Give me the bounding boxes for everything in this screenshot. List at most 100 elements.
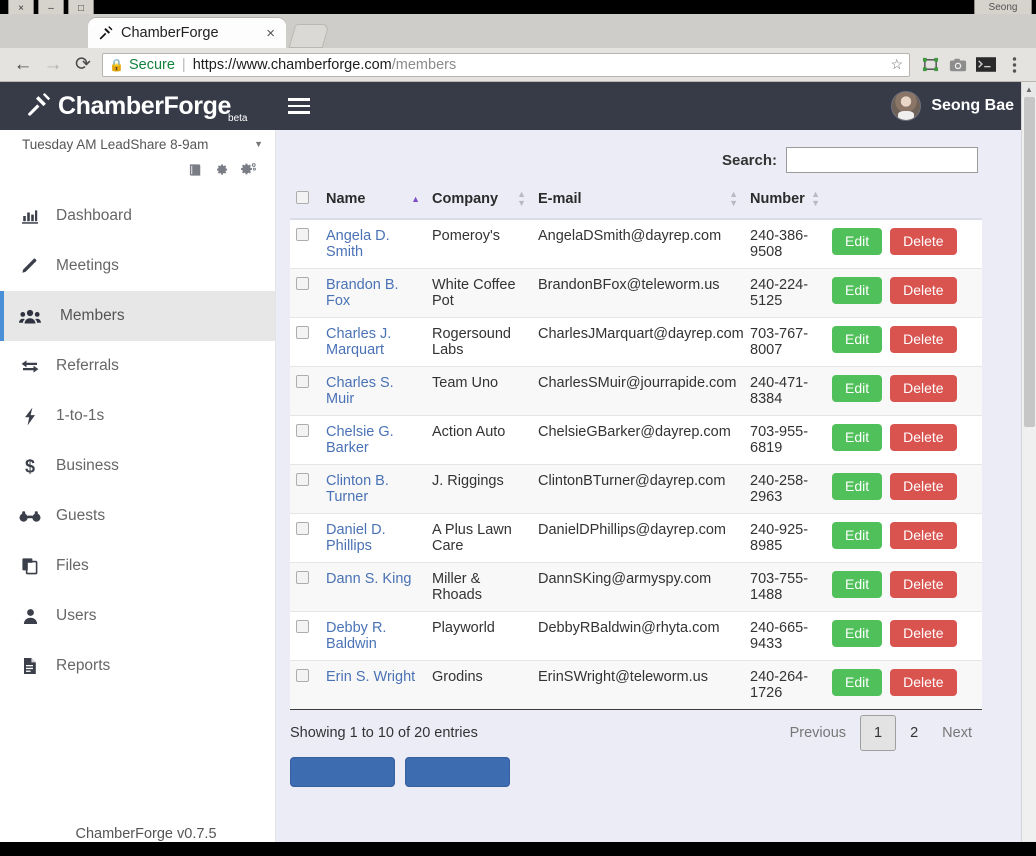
member-link[interactable]: Erin S. Wright [326, 669, 415, 685]
bulk-action-button-2[interactable] [405, 757, 510, 787]
edit-button[interactable]: Edit [832, 571, 882, 598]
camera-icon[interactable] [944, 51, 972, 79]
book-icon[interactable] [188, 162, 203, 177]
edit-button[interactable]: Edit [832, 620, 882, 647]
browser-tabstrip: ChamberForge × [0, 14, 1036, 48]
delete-button[interactable]: Delete [890, 669, 956, 696]
row-checkbox[interactable] [296, 669, 309, 682]
member-link[interactable]: Daniel D. Phillips [326, 522, 386, 554]
row-checkbox[interactable] [296, 228, 309, 241]
cell-name: Debby R. Baldwin [320, 612, 426, 661]
cell-company: Grodins [426, 661, 532, 710]
pagination-page-1[interactable]: 1 [860, 715, 896, 751]
pagination-previous[interactable]: Previous [780, 719, 856, 747]
row-checkbox[interactable] [296, 326, 309, 339]
scroll-up-arrow[interactable]: ▲ [1022, 82, 1036, 97]
sidebar-item-meetings[interactable]: Meetings [0, 241, 275, 291]
row-checkbox[interactable] [296, 473, 309, 486]
member-link[interactable]: Chelsie G. Barker [326, 424, 394, 456]
column-header-email[interactable]: E-mail ▲▼ [532, 186, 744, 219]
close-icon[interactable]: × [263, 25, 278, 42]
scrollbar-thumb[interactable] [1024, 97, 1035, 427]
row-checkbox[interactable] [296, 522, 309, 535]
gear-icon[interactable] [214, 162, 229, 177]
sidebar-item-reports[interactable]: Reports [0, 641, 275, 691]
cell-company: Action Auto [426, 416, 532, 465]
browser-tab[interactable]: ChamberForge × [88, 18, 286, 48]
back-icon[interactable]: ← [8, 50, 38, 80]
terminal-icon[interactable] [972, 51, 1000, 79]
sidebar-item-business[interactable]: $ Business [0, 441, 275, 491]
member-link[interactable]: Angela D. Smith [326, 228, 390, 260]
sidebar-item-members[interactable]: Members [0, 291, 275, 341]
select-all-cell [290, 186, 320, 219]
app-version: ChamberForge v0.7.5 [0, 826, 276, 842]
delete-button[interactable]: Delete [890, 620, 956, 647]
member-link[interactable]: Debby R. Baldwin [326, 620, 386, 652]
sidebar-item-label: Referrals [56, 357, 119, 375]
pagination-next[interactable]: Next [932, 719, 982, 747]
sidebar-item-guests[interactable]: Guests [0, 491, 275, 541]
delete-button[interactable]: Delete [890, 277, 956, 304]
secure-label: Secure [129, 57, 175, 73]
edit-button[interactable]: Edit [832, 375, 882, 402]
delete-button[interactable]: Delete [890, 424, 956, 451]
page-scrollbar[interactable]: ▲ ▼ [1021, 82, 1036, 856]
edit-button[interactable]: Edit [832, 424, 882, 451]
hamburger-icon[interactable] [288, 98, 310, 114]
member-link[interactable]: Charles S. Muir [326, 375, 394, 407]
sidebar-item-dashboard[interactable]: Dashboard [0, 191, 275, 241]
row-checkbox[interactable] [296, 424, 309, 437]
column-header-name[interactable]: Name ▲ [320, 186, 426, 219]
search-input[interactable] [786, 147, 978, 173]
member-link[interactable]: Brandon B. Fox [326, 277, 399, 309]
pagination-page-2[interactable]: 2 [900, 719, 928, 747]
delete-button[interactable]: Delete [890, 473, 956, 500]
edit-button[interactable]: Edit [832, 326, 882, 353]
column-header-company[interactable]: Company ▲▼ [426, 186, 532, 219]
edit-button[interactable]: Edit [832, 669, 882, 696]
table-row: Daniel D. PhillipsA Plus Lawn CareDaniel… [290, 514, 982, 563]
sidebar-item-referrals[interactable]: Referrals [0, 341, 275, 391]
exchange-icon [4, 358, 56, 375]
table-row: Charles S. MuirTeam UnoCharlesSMuir@jour… [290, 367, 982, 416]
member-link[interactable]: Charles J. Marquart [326, 326, 391, 358]
reload-icon[interactable]: ⟳ [68, 50, 98, 80]
edit-button[interactable]: Edit [832, 228, 882, 255]
delete-button[interactable]: Delete [890, 571, 956, 598]
address-bar[interactable]: 🔒 Secure | https://www.chamberforge.com/… [102, 53, 910, 77]
row-checkbox[interactable] [296, 375, 309, 388]
copy-icon [4, 557, 56, 575]
member-link[interactable]: Clinton B. Turner [326, 473, 389, 505]
bulk-action-button-1[interactable] [290, 757, 395, 787]
delete-button[interactable]: Delete [890, 375, 956, 402]
cell-name: Charles S. Muir [320, 367, 426, 416]
sidebar-item-files[interactable]: Files [0, 541, 275, 591]
menu-dots-icon[interactable] [1000, 51, 1028, 79]
navbar-user[interactable]: Seong Bae [891, 91, 1014, 121]
sidebar-item-1-to-1s[interactable]: 1-to-1s [0, 391, 275, 441]
column-header-number[interactable]: Number ▲▼ [744, 186, 826, 219]
brand-name: ChamberForge [58, 92, 231, 121]
select-all-checkbox[interactable] [296, 191, 309, 204]
sidebar-item-label: Reports [56, 657, 110, 675]
app-brand[interactable]: ChamberForge beta [0, 82, 266, 130]
row-checkbox[interactable] [296, 620, 309, 633]
new-tab-button[interactable] [289, 24, 330, 48]
edit-button[interactable]: Edit [832, 277, 882, 304]
edit-button[interactable]: Edit [832, 473, 882, 500]
table-row: Chelsie G. BarkerAction AutoChelsieGBark… [290, 416, 982, 465]
row-checkbox[interactable] [296, 277, 309, 290]
row-checkbox[interactable] [296, 571, 309, 584]
delete-button[interactable]: Delete [890, 228, 956, 255]
group-selector[interactable]: Tuesday AM LeadShare 8-9am ▼ [0, 130, 275, 158]
edit-button[interactable]: Edit [832, 522, 882, 549]
delete-button[interactable]: Delete [890, 522, 956, 549]
sidebar-item-users[interactable]: Users [0, 591, 275, 641]
gears-icon[interactable] [240, 162, 257, 177]
delete-button[interactable]: Delete [890, 326, 956, 353]
member-link[interactable]: Dann S. King [326, 571, 411, 587]
crop-icon[interactable] [916, 51, 944, 79]
forward-icon[interactable]: → [38, 50, 68, 80]
star-icon[interactable]: ☆ [890, 56, 903, 73]
